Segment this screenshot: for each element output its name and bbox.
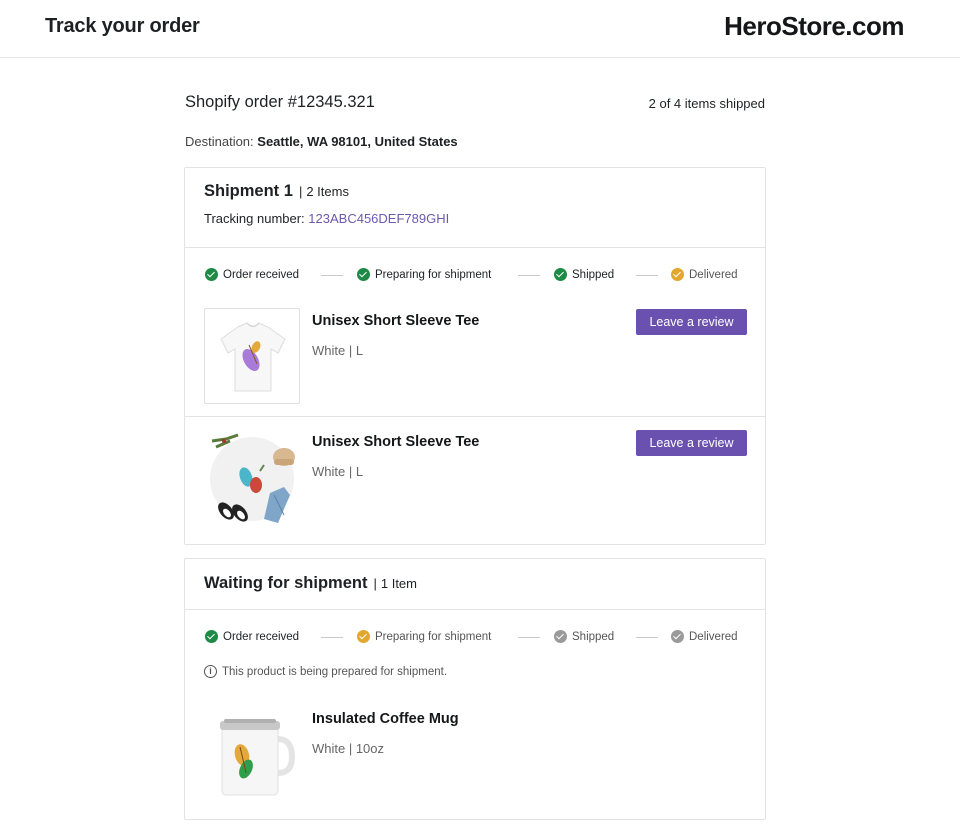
tracking-label: Tracking number:	[204, 211, 305, 226]
check-icon	[357, 268, 370, 281]
leave-review-button[interactable]: Leave a review	[636, 430, 747, 456]
list-item: Unisex Short Sleeve Tee White | L Leave …	[185, 302, 765, 417]
step-label: Delivered	[689, 268, 738, 281]
product-name[interactable]: Unisex Short Sleeve Tee	[312, 313, 479, 329]
preparing-notice: i This product is being prepared for shi…	[204, 665, 447, 678]
destination: Destination: Seattle, WA 98101, United S…	[185, 134, 458, 149]
step-order-received: Order received	[205, 630, 299, 643]
item-count: 1 Item	[380, 576, 417, 591]
destination-value: Seattle, WA 98101, United States	[257, 134, 458, 149]
step-order-received: Order received	[205, 268, 299, 281]
step-label: Shipped	[572, 630, 615, 643]
step-delivered: Delivered	[671, 268, 738, 281]
step-label: Shipped	[572, 268, 615, 281]
destination-label: Destination:	[185, 134, 254, 149]
check-icon	[554, 630, 567, 643]
product-image[interactable]	[204, 429, 300, 525]
step-connector	[321, 275, 343, 276]
item-count: 2 Items	[306, 184, 349, 199]
product-name[interactable]: Insulated Coffee Mug	[312, 711, 459, 727]
shipment-title: Waiting for shipment	[204, 574, 368, 592]
step-connector	[518, 275, 540, 276]
step-shipped: Shipped	[554, 268, 614, 281]
progress-steps: Order received Preparing for shipment Sh…	[185, 610, 765, 658]
shipment-card-1: Shipment 1 | 2 Items Tracking number: 123A…	[184, 167, 766, 545]
tshirt-image	[220, 322, 286, 392]
list-item: Insulated Coffee Mug White | 10oz	[185, 691, 765, 811]
outfit-image	[210, 433, 295, 523]
step-connector	[321, 637, 343, 638]
check-icon	[357, 630, 370, 643]
step-connector	[636, 275, 658, 276]
store-logo[interactable]: HeroStore.com	[724, 11, 904, 42]
product-image[interactable]	[204, 703, 300, 799]
step-connector	[636, 637, 658, 638]
top-bar: Track your order HeroStore.com	[0, 0, 960, 58]
shipment-title: Shipment 1	[204, 182, 293, 200]
page-title: Track your order	[45, 15, 200, 37]
shipment-header: Waiting for shipment | 1 Item	[185, 559, 765, 610]
product-variant: White | L	[312, 343, 364, 358]
step-label: Delivered	[689, 630, 738, 643]
info-icon: i	[204, 665, 217, 678]
title-separator: |	[298, 184, 303, 199]
product-variant: White | L	[312, 464, 364, 479]
step-preparing: Preparing for shipment	[357, 268, 491, 281]
check-icon	[671, 630, 684, 643]
check-icon	[671, 268, 684, 281]
mug-image	[220, 719, 296, 796]
tracking-row: Tracking number: 123ABC456DEF789GHI	[204, 211, 746, 226]
tracking-number-link[interactable]: 123ABC456DEF789GHI	[308, 211, 449, 226]
order-header: Shopify order #12345.321 2 of 4 items sh…	[185, 93, 765, 112]
title-separator: |	[373, 576, 377, 591]
shipment-header: Shipment 1 | 2 Items Tracking number: 123A…	[185, 168, 765, 248]
check-icon	[205, 268, 218, 281]
product-name[interactable]: Unisex Short Sleeve Tee	[312, 434, 479, 450]
step-label: Preparing for shipment	[375, 268, 492, 281]
product-image[interactable]	[204, 308, 300, 404]
step-label: Order received	[223, 630, 300, 643]
check-icon	[205, 630, 218, 643]
check-icon	[554, 268, 567, 281]
step-preparing: Preparing for shipment	[357, 630, 491, 643]
shipment-card-2: Waiting for shipment | 1 Item Order receiv…	[184, 558, 766, 820]
list-item: Unisex Short Sleeve Tee White | L Leave …	[185, 417, 765, 543]
step-shipped: Shipped	[554, 630, 614, 643]
leave-review-button[interactable]: Leave a review	[636, 309, 747, 335]
step-delivered: Delivered	[671, 630, 738, 643]
notice-text: This product is being prepared for shipm…	[222, 665, 448, 678]
product-variant: White | 10oz	[312, 741, 385, 756]
progress-steps: Order received Preparing for shipment Sh…	[185, 248, 765, 302]
step-label: Order received	[223, 268, 300, 281]
step-connector	[518, 637, 540, 638]
step-label: Preparing for shipment	[375, 630, 492, 643]
shipped-count: 2 of 4 items shipped	[648, 96, 765, 111]
